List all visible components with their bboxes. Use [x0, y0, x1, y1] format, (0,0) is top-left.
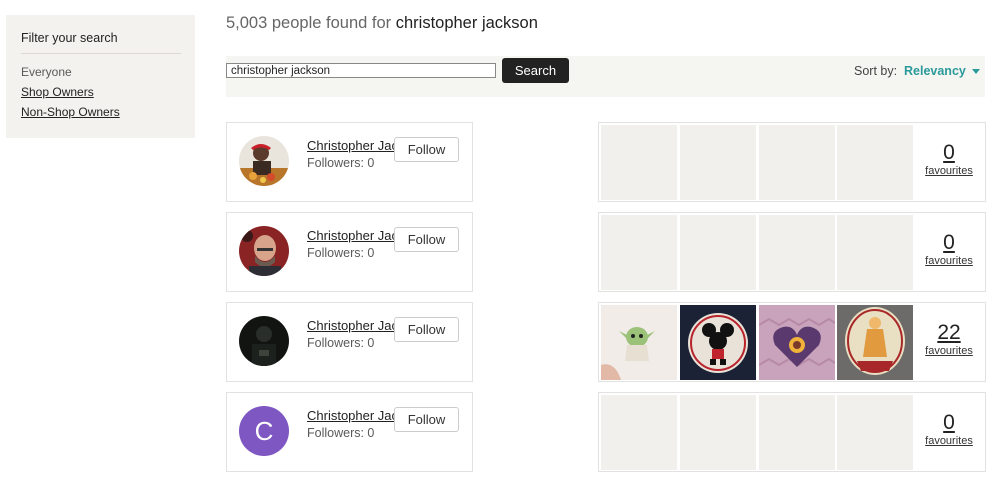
person-name-link[interactable]: Christopher Jackson [307, 318, 397, 333]
avatar[interactable] [239, 136, 289, 186]
follow-button[interactable]: Follow [394, 407, 459, 432]
favourites-label-link[interactable]: favourites [912, 165, 986, 177]
person-card: Christopher Jackson Followers: 0 Follow [226, 302, 473, 382]
favourites-label-link[interactable]: favourites [912, 255, 986, 267]
results-count: 5,003 people found for [226, 14, 392, 32]
favourite-thumbnail [601, 395, 677, 470]
avatar[interactable] [239, 316, 289, 366]
favourites-count-block: 0 favourites [912, 123, 986, 201]
filter-list: Everyone Shop Owners Non-Shop Owners [21, 62, 181, 122]
favourites-strip: 0 favourites [598, 392, 986, 472]
heart-patch-icon [759, 305, 835, 380]
search-button[interactable]: Search [502, 58, 569, 83]
favourites-count-block: 0 favourites [912, 393, 986, 471]
results-query: christopher jackson [395, 14, 538, 32]
favourite-thumbnail [759, 125, 835, 200]
followers-count: Followers: 0 [307, 426, 375, 440]
person-name-link[interactable]: Christopher Jackson [307, 228, 397, 243]
sort-dropdown[interactable]: Relevancy [904, 64, 966, 78]
search-bar: Search Sort by: Relevancy [226, 56, 985, 97]
favourites-count-link[interactable]: 0 [912, 231, 986, 255]
favourite-thumbnail [759, 215, 835, 290]
favourites-strip: 22 favourites [598, 302, 986, 382]
favourites-label-link[interactable]: favourites [912, 435, 986, 447]
follow-button[interactable]: Follow [394, 317, 459, 342]
person-card: Christopher Jackson Followers: 0 Follow [226, 122, 473, 202]
favourite-thumbnail[interactable] [837, 305, 913, 380]
sort-label: Sort by: [854, 64, 898, 78]
favourites-strip: 0 favourites [598, 212, 986, 292]
favourites-count-link[interactable]: 0 [912, 141, 986, 165]
favourites-count-block: 0 favourites [912, 213, 986, 291]
avatar-photo-icon [239, 226, 289, 276]
favourites-strip: 0 favourites [598, 122, 986, 202]
filter-title: Filter your search [21, 31, 181, 54]
person-name-link[interactable]: Christopher Jackson [307, 138, 397, 153]
filter-non-shop-owners-link[interactable]: Non-Shop Owners [21, 102, 181, 122]
followers-count: Followers: 0 [307, 156, 375, 170]
favourite-thumbnail [759, 395, 835, 470]
favourite-thumbnail [680, 125, 756, 200]
baby-yoda-sticker-icon [601, 305, 677, 380]
favourite-thumbnail [837, 215, 913, 290]
filter-everyone: Everyone [21, 65, 72, 79]
avatar-letter: C [254, 415, 274, 446]
avatar-photo-icon [239, 316, 289, 366]
favourite-thumbnail [601, 125, 677, 200]
results-heading: 5,003 people found for christopher jacks… [226, 14, 538, 33]
followers-count: Followers: 0 [307, 246, 375, 260]
vintage-patch-icon [837, 305, 913, 380]
person-name-link[interactable]: Christopher Jackson [307, 408, 397, 423]
favourite-thumbnail[interactable] [601, 305, 677, 380]
follow-button[interactable]: Follow [394, 137, 459, 162]
filter-shop-owners-link[interactable]: Shop Owners [21, 82, 181, 102]
favourite-thumbnail [601, 215, 677, 290]
favourite-thumbnail [680, 395, 756, 470]
favourite-thumbnail [837, 395, 913, 470]
avatar[interactable] [239, 226, 289, 276]
avatar[interactable]: C [239, 406, 289, 456]
person-card: C Christopher Jackson Followers: 0 Follo… [226, 392, 473, 472]
favourites-count-link[interactable]: 22 [912, 321, 986, 345]
favourites-label-link[interactable]: favourites [912, 345, 986, 357]
favourite-thumbnail[interactable] [680, 305, 756, 380]
follow-button[interactable]: Follow [394, 227, 459, 252]
search-input[interactable] [226, 63, 496, 78]
caret-down-icon[interactable] [972, 69, 980, 74]
avatar-photo-icon [239, 136, 289, 186]
favourite-thumbnail [837, 125, 913, 200]
favourites-count-block: 22 favourites [912, 303, 986, 381]
followers-count: Followers: 0 [307, 336, 375, 350]
person-card: Christopher Jackson Followers: 0 Follow [226, 212, 473, 292]
filter-sidebar: Filter your search Everyone Shop Owners … [6, 15, 195, 138]
favourite-thumbnail [680, 215, 756, 290]
mickey-patch-icon [680, 305, 756, 380]
favourite-thumbnail[interactable] [759, 305, 835, 380]
favourites-count-link[interactable]: 0 [912, 411, 986, 435]
